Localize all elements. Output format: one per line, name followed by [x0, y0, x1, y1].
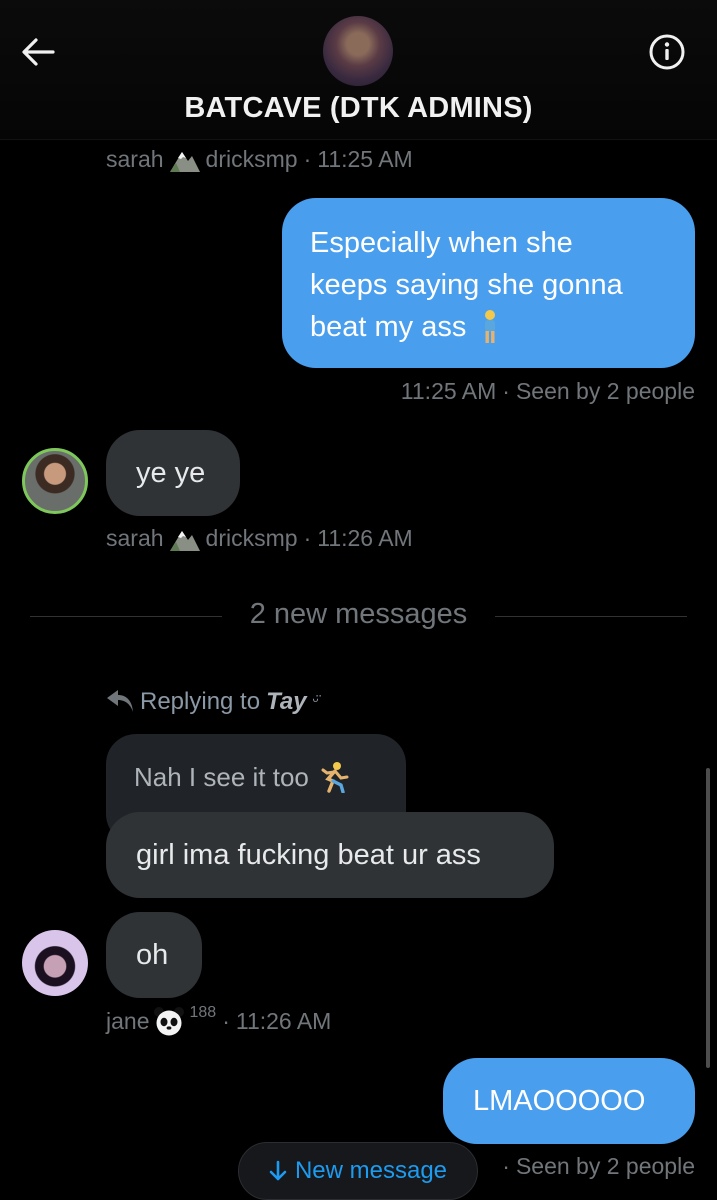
sender-name: sarah: [106, 525, 164, 551]
reply-target-suffix: ᵕ̈: [312, 693, 319, 710]
outgoing-message-bubble[interactable]: LMAOOOOO: [443, 1058, 695, 1144]
message-time: 11:25 AM: [400, 378, 497, 404]
seen-status: Seen by 2 people: [515, 1153, 695, 1179]
message-meta: 11:25 AM · Seen by 2 people: [400, 378, 695, 404]
message-time: 11:26 AM: [317, 525, 413, 551]
message-text: LMAOOOOO: [473, 1085, 646, 1117]
conversation-header: BATCAVE (DTK ADMINS): [0, 0, 717, 140]
sender-suffix: dricksmp: [205, 146, 298, 172]
message-meta: sarah dricksmp · 11:25 AM: [106, 146, 413, 172]
person-standing-icon: [485, 310, 496, 343]
sender-name: sarah: [106, 146, 164, 172]
incoming-message-bubble[interactable]: ye ye: [106, 430, 240, 516]
mountain-icon: [169, 151, 200, 172]
avatar[interactable]: [22, 930, 88, 996]
incoming-message-bubble[interactable]: oh: [106, 912, 202, 998]
message-text: girl ima fucking beat ur ass: [136, 839, 481, 871]
new-message-button[interactable]: New message: [238, 1142, 478, 1200]
back-button[interactable]: [18, 32, 58, 72]
info-icon: [649, 34, 685, 70]
message-time: 11:25 AM: [317, 146, 413, 172]
message-meta: · Seen by 2 people: [502, 1153, 695, 1179]
arrow-left-icon: [22, 38, 55, 66]
reply-target-name: Tay: [266, 688, 307, 715]
panda-icon: [154, 1007, 185, 1036]
sender-suffix: dricksmp: [205, 525, 298, 551]
mountain-icon: [169, 530, 200, 551]
reply-label[interactable]: Replying to Tay ᵕ̈: [106, 688, 319, 716]
incoming-message-bubble[interactable]: girl ima fucking beat ur ass: [106, 812, 554, 898]
outgoing-message-bubble[interactable]: Especially when she keeps saying she gon…: [282, 198, 695, 368]
new-message-label: New message: [294, 1157, 448, 1184]
arrow-down-icon: [269, 1160, 287, 1181]
conversation-title[interactable]: BATCAVE (DTK ADMINS): [0, 92, 717, 125]
reply-prefix: Replying to: [140, 688, 261, 715]
sender-name: jane: [106, 1007, 150, 1034]
message-line: keeps saying she gonna: [310, 269, 623, 301]
sender-suffix: 188: [189, 1004, 217, 1021]
message-text: ye ye: [136, 457, 206, 489]
reply-arrow-icon: [107, 690, 133, 712]
message-meta: sarah dricksmp · 11:26 AM: [106, 525, 413, 551]
seen-status: Seen by 2 people: [515, 378, 695, 404]
new-messages-divider: 2 new messages: [249, 598, 468, 630]
message-line: Especially when she: [310, 227, 573, 259]
person-running-icon: [321, 762, 349, 793]
message-line: beat my ass: [310, 311, 467, 343]
message-meta: jane 188 · 11:26 AM: [106, 1004, 332, 1036]
quoted-message-text: Nah I see it too: [134, 762, 309, 792]
message-text: oh: [136, 939, 169, 971]
scrollbar[interactable]: [706, 768, 710, 1068]
message-time: 11:26 AM: [235, 1007, 332, 1034]
avatar[interactable]: [22, 448, 88, 514]
group-avatar[interactable]: [323, 16, 393, 86]
info-button[interactable]: [647, 32, 687, 72]
